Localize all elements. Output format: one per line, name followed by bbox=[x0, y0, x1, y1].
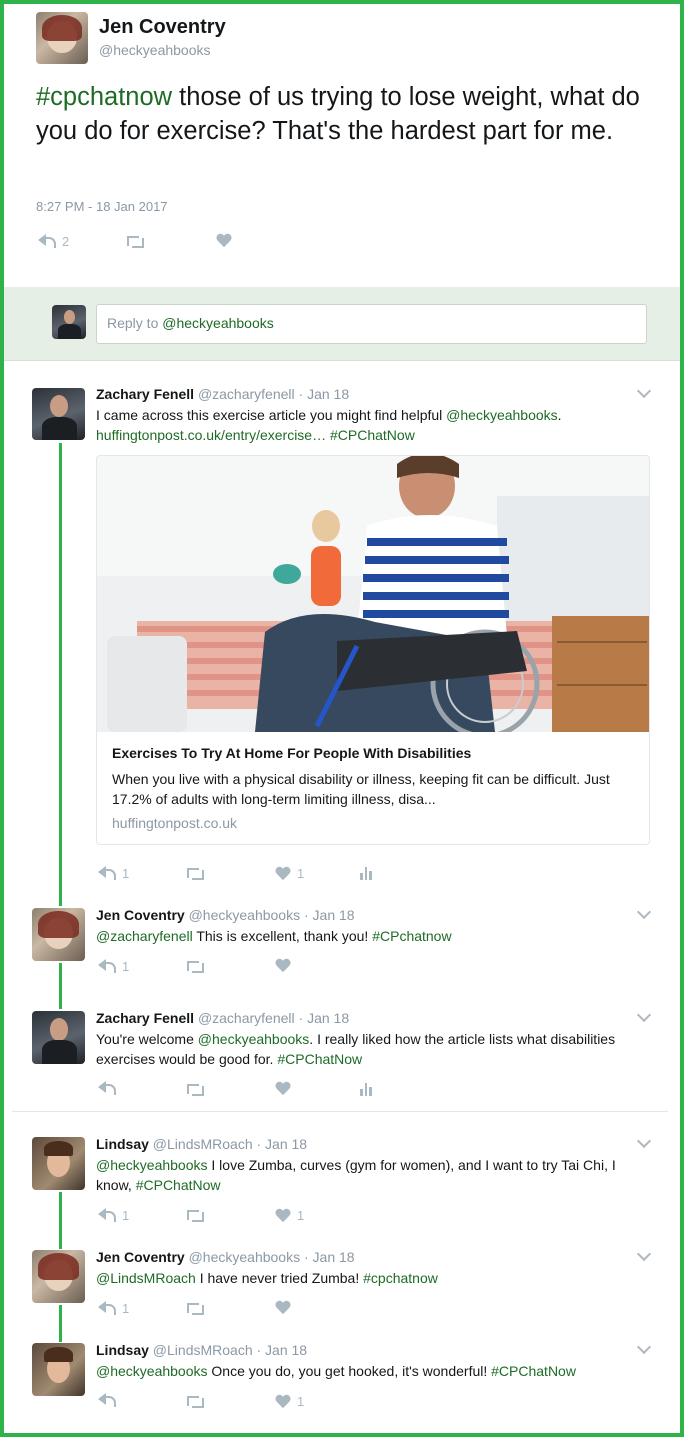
retweet-icon bbox=[185, 959, 205, 973]
card-image bbox=[97, 456, 649, 732]
reply-text: @heckyeahbooks Once you do, you get hook… bbox=[96, 1363, 576, 1379]
article-link[interactable]: huffingtonpost.co.uk/entry/exercise… bbox=[96, 427, 326, 443]
avatar[interactable] bbox=[36, 12, 88, 64]
reply-icon bbox=[98, 1393, 116, 1408]
reply-icon bbox=[98, 1300, 116, 1316]
heart-icon bbox=[275, 1209, 291, 1223]
analytics-button[interactable] bbox=[359, 1082, 373, 1096]
avatar bbox=[52, 305, 86, 339]
avatar[interactable] bbox=[32, 908, 85, 961]
retweet-button[interactable] bbox=[125, 234, 145, 248]
thread-line bbox=[59, 443, 62, 906]
card-title: Exercises To Try At Home For People With… bbox=[112, 745, 472, 761]
reply-text: I came across this exercise article you … bbox=[96, 407, 562, 443]
tweet-actions: 1 bbox=[96, 1393, 396, 1412]
retweet-icon bbox=[185, 1394, 205, 1408]
reply-text: You're welcome @heckyeahbooks. I really … bbox=[96, 1031, 616, 1067]
avatar[interactable] bbox=[32, 1250, 85, 1303]
hashtag-link[interactable]: #cpchatnow bbox=[36, 83, 172, 111]
retweet-button[interactable] bbox=[185, 1082, 205, 1096]
reply-text: @heckyeahbooks I love Zumba, curves (gym… bbox=[96, 1157, 616, 1193]
author-name[interactable]: Zachary Fenell @zacharyfenell · Jan 18 bbox=[96, 386, 349, 402]
tweet-actions: 1 bbox=[96, 1300, 396, 1319]
retweet-icon bbox=[125, 234, 145, 248]
avatar[interactable] bbox=[32, 1011, 85, 1064]
avatar[interactable] bbox=[32, 388, 85, 440]
avatar[interactable] bbox=[32, 1343, 85, 1396]
like-button[interactable]: 1 bbox=[275, 1208, 304, 1223]
thread-line bbox=[59, 1305, 62, 1342]
reply-icon bbox=[38, 233, 56, 249]
retweet-button[interactable] bbox=[185, 1394, 205, 1408]
like-button[interactable] bbox=[275, 959, 291, 973]
like-button[interactable] bbox=[216, 234, 232, 248]
heart-icon bbox=[216, 234, 232, 248]
reply-icon bbox=[98, 1207, 116, 1223]
heart-icon bbox=[275, 1395, 291, 1409]
thread-line bbox=[59, 963, 62, 1009]
retweet-icon bbox=[185, 1082, 205, 1096]
reply-icon bbox=[98, 958, 116, 974]
heart-icon bbox=[275, 959, 291, 973]
tweet-actions bbox=[96, 1081, 396, 1100]
stats-icon bbox=[359, 1082, 373, 1096]
conversation-divider bbox=[12, 1111, 668, 1112]
reply-box-area: Reply to @heckyeahbooks bbox=[4, 287, 680, 361]
reply-button[interactable] bbox=[98, 1081, 116, 1096]
like-button[interactable] bbox=[275, 1082, 291, 1096]
author-name[interactable]: Jen Coventry @heckyeahbooks · Jan 18 bbox=[96, 907, 355, 923]
tweet-timestamp[interactable]: 8:27 PM - 18 Jan 2017 bbox=[36, 199, 168, 214]
reply-input[interactable]: Reply to @heckyeahbooks bbox=[96, 304, 647, 344]
author-name[interactable]: Lindsay @LindsMRoach · Jan 18 bbox=[96, 1136, 307, 1152]
analytics-button[interactable] bbox=[359, 866, 373, 880]
link-card[interactable]: Exercises To Try At Home For People With… bbox=[96, 455, 650, 845]
author-name[interactable]: Jen Coventry @heckyeahbooks · Jan 18 bbox=[96, 1249, 355, 1265]
reply-icon bbox=[98, 865, 116, 881]
retweet-icon bbox=[185, 866, 205, 880]
tweet-actions: 1 1 bbox=[96, 865, 396, 884]
like-button[interactable]: 1 bbox=[275, 866, 304, 881]
author-name[interactable]: Lindsay @LindsMRoach · Jan 18 bbox=[96, 1342, 307, 1358]
retweet-icon bbox=[185, 1301, 205, 1315]
author-name[interactable]: Zachary Fenell @zacharyfenell · Jan 18 bbox=[96, 1010, 349, 1026]
tweet-actions: 1 bbox=[96, 958, 396, 977]
tweet-actions: 1 1 bbox=[96, 1207, 396, 1226]
heart-icon bbox=[275, 1082, 291, 1096]
reply-text: @LindsMRoach I have never tried Zumba! #… bbox=[96, 1270, 438, 1286]
like-button[interactable] bbox=[275, 1301, 291, 1315]
retweet-button[interactable] bbox=[185, 959, 205, 973]
stats-icon bbox=[359, 866, 373, 880]
avatar[interactable] bbox=[32, 1137, 85, 1190]
author-name[interactable]: Jen Coventry bbox=[99, 16, 226, 39]
like-button[interactable]: 1 bbox=[275, 1394, 304, 1409]
retweet-button[interactable] bbox=[185, 866, 205, 880]
heart-icon bbox=[275, 1301, 291, 1315]
card-description: When you live with a physical disability… bbox=[112, 771, 610, 807]
reply-button[interactable] bbox=[98, 1393, 116, 1408]
thread-line bbox=[59, 1192, 62, 1249]
tweet-actions: 2 bbox=[36, 233, 256, 252]
tweet-text: #cpchatnow those of us trying to lose we… bbox=[36, 83, 640, 145]
author-handle[interactable]: @heckyeahbooks bbox=[99, 42, 211, 58]
reply-button[interactable]: 1 bbox=[98, 865, 129, 881]
reply-text: @zacharyfenell This is excellent, thank … bbox=[96, 928, 452, 944]
reply-button[interactable]: 1 bbox=[98, 958, 129, 974]
hashtag-link[interactable]: #CPChatNow bbox=[330, 427, 415, 443]
heart-icon bbox=[275, 867, 291, 881]
reply-button[interactable]: 1 bbox=[98, 1300, 129, 1316]
reply-button[interactable]: 1 bbox=[98, 1207, 129, 1223]
retweet-icon bbox=[185, 1208, 205, 1222]
retweet-button[interactable] bbox=[185, 1301, 205, 1315]
retweet-button[interactable] bbox=[185, 1208, 205, 1222]
reply-icon bbox=[98, 1081, 116, 1096]
card-domain: huffingtonpost.co.uk bbox=[112, 815, 238, 831]
reply-button[interactable]: 2 bbox=[38, 233, 69, 249]
